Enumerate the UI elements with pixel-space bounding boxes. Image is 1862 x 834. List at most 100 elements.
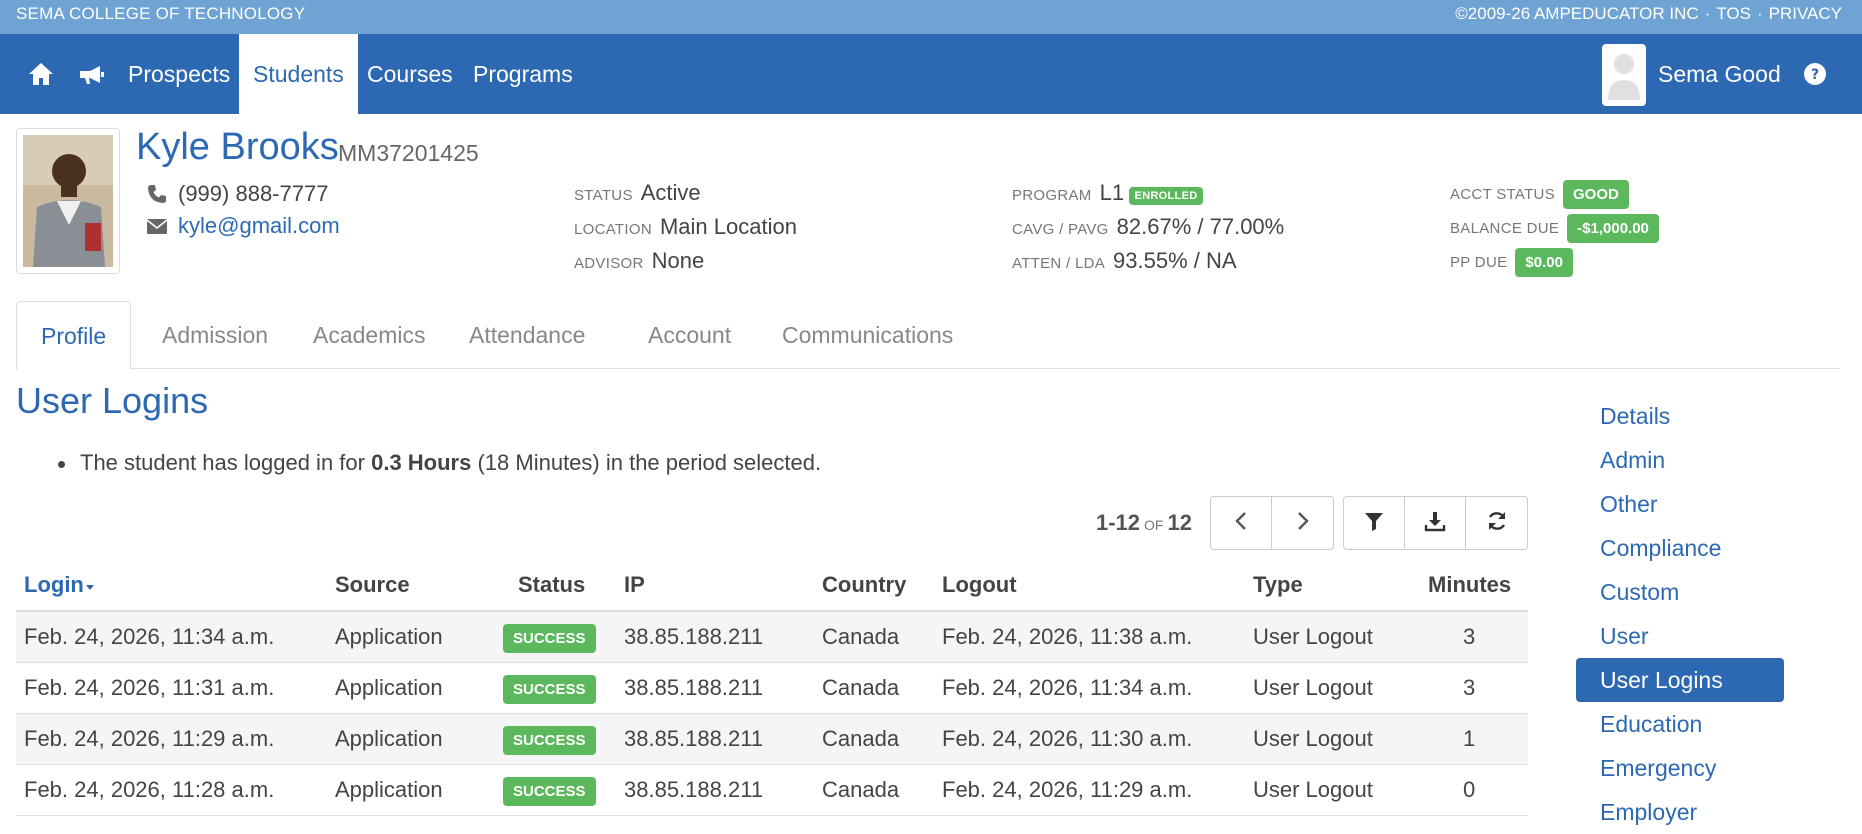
tab-academics[interactable]: Academics (289, 301, 449, 369)
balance-badge: -$1,000.00 (1567, 214, 1659, 243)
tab-profile[interactable]: Profile (16, 301, 132, 370)
next-page-button[interactable] (1272, 497, 1333, 549)
column-header-status[interactable]: Status (518, 572, 585, 598)
atten-label: ATTEN / LDA (1012, 255, 1106, 272)
login-cell: Feb. 24, 2026, 11:29 a.m. (24, 726, 275, 751)
email-link[interactable]: kyle@gmail.com (178, 213, 340, 239)
side-nav-user[interactable]: User (1576, 614, 1784, 658)
logout-cell: Feb. 24, 2026, 11:29 a.m. (942, 777, 1193, 802)
tos-link[interactable]: TOS (1716, 4, 1751, 23)
nav-students[interactable]: Students (239, 34, 358, 114)
type-cell: User Logout (1253, 777, 1373, 802)
logout-cell: Feb. 24, 2026, 11:34 a.m. (942, 675, 1193, 700)
cavg-value: 82.67% / 77.00% (1116, 214, 1285, 239)
column-header-login[interactable]: Login (24, 572, 96, 598)
ip-cell: 38.85.188.211 (624, 624, 764, 649)
chevron-left-icon (1234, 511, 1248, 536)
acct-status-field: ACCT STATUS GOOD (1450, 180, 1629, 209)
side-nav-education[interactable]: Education (1576, 702, 1784, 746)
side-nav-compliance[interactable]: Compliance (1576, 526, 1784, 570)
source-cell: Application (335, 777, 443, 802)
cavg-label: CAVG / PAVG (1012, 221, 1109, 238)
minutes-cell: 0 (1463, 777, 1476, 802)
user-name[interactable]: Sema Good (1658, 34, 1781, 114)
nav-prospects[interactable]: Prospects (114, 34, 244, 114)
separator: · (1704, 4, 1711, 23)
summary-text-pre: The student has logged in for (80, 450, 372, 475)
type-cell: User Logout (1253, 624, 1373, 649)
table-row[interactable]: Feb. 24, 2026, 11:31 a.m. Application SU… (16, 663, 1528, 714)
program-label: PROGRAM (1012, 187, 1092, 204)
tab-attendance[interactable]: Attendance (445, 301, 609, 369)
status-badge: SUCCESS (503, 777, 596, 806)
cavg-field: CAVG / PAVG 82.67% / 77.00% (1012, 214, 1284, 240)
user-avatar[interactable] (1602, 44, 1646, 106)
download-button[interactable] (1405, 497, 1466, 549)
help-icon[interactable]: ? (1802, 61, 1828, 87)
refresh-icon (1486, 510, 1508, 537)
pager-range: 1-12 (1096, 510, 1141, 535)
source-cell: Application (335, 624, 443, 649)
pp-due-field: PP DUE $0.00 (1450, 248, 1573, 277)
profile-side-nav: Details Admin Other Compliance Custom Us… (1576, 394, 1784, 834)
side-nav-other[interactable]: Other (1576, 482, 1784, 526)
student-name: Kyle Brooks (136, 126, 339, 168)
ip-cell: 38.85.188.211 (624, 675, 764, 700)
side-nav-employer[interactable]: Employer (1576, 790, 1784, 834)
nav-courses[interactable]: Courses (353, 34, 467, 114)
filter-button[interactable] (1344, 497, 1405, 549)
balance-field: BALANCE DUE -$1,000.00 (1450, 214, 1659, 243)
column-header-ip[interactable]: IP (624, 572, 645, 598)
envelope-icon (146, 215, 168, 237)
separator: · (1756, 4, 1763, 23)
side-nav-user-logins[interactable]: User Logins (1576, 658, 1784, 702)
column-header-country[interactable]: Country (822, 572, 906, 598)
login-cell: Feb. 24, 2026, 11:31 a.m. (24, 675, 275, 700)
location-label: LOCATION (574, 221, 652, 238)
table-header: Login Source Status IP Country Logout Ty… (16, 560, 1528, 612)
privacy-link[interactable]: PRIVACY (1769, 4, 1842, 23)
side-nav-emergency[interactable]: Emergency (1576, 746, 1784, 790)
student-id: MM37201425 (338, 140, 479, 166)
home-icon[interactable] (26, 59, 56, 89)
ip-cell: 38.85.188.211 (624, 726, 764, 751)
tab-account[interactable]: Account (624, 301, 755, 369)
side-nav-custom[interactable]: Custom (1576, 570, 1784, 614)
filter-icon (1363, 510, 1385, 537)
megaphone-icon[interactable] (76, 59, 106, 89)
program-field: PROGRAM L1 ENROLLED (1012, 180, 1204, 206)
minutes-cell: 3 (1463, 624, 1476, 649)
pp-due-label: PP DUE (1450, 253, 1508, 271)
download-icon (1424, 510, 1446, 537)
phone-icon (146, 183, 168, 205)
nav-programs[interactable]: Programs (459, 34, 587, 114)
advisor-value: None (651, 248, 705, 273)
minutes-cell: 3 (1463, 675, 1476, 700)
status-badge: SUCCESS (503, 675, 596, 704)
source-cell: Application (335, 675, 443, 700)
svg-text:?: ? (1811, 67, 1819, 83)
column-header-minutes[interactable]: Minutes (1428, 572, 1511, 598)
pager-buttons (1210, 496, 1334, 550)
column-header-type[interactable]: Type (1253, 572, 1303, 598)
table-row[interactable]: Feb. 24, 2026, 11:28 a.m. Application SU… (16, 765, 1528, 816)
refresh-button[interactable] (1466, 497, 1527, 549)
program-value: L1 (1099, 180, 1125, 205)
tab-admission[interactable]: Admission (138, 301, 292, 369)
login-cell: Feb. 24, 2026, 11:34 a.m. (24, 624, 275, 649)
school-name: SEMA COLLEGE OF TECHNOLOGY (16, 4, 306, 23)
previous-page-button[interactable] (1211, 497, 1272, 549)
tab-communications[interactable]: Communications (758, 301, 977, 369)
column-header-source[interactable]: Source (335, 572, 410, 598)
pager-info: 1-12 of 12 (1096, 510, 1192, 536)
section-title: User Logins (16, 380, 209, 421)
login-cell: Feb. 24, 2026, 11:28 a.m. (24, 777, 275, 802)
table-row[interactable]: Feb. 24, 2026, 11:34 a.m. Application SU… (16, 612, 1528, 663)
column-header-logout[interactable]: Logout (942, 572, 1017, 598)
side-nav-details[interactable]: Details (1576, 394, 1784, 438)
table-row[interactable]: Feb. 24, 2026, 11:29 a.m. Application SU… (16, 714, 1528, 765)
side-nav-admin[interactable]: Admin (1576, 438, 1784, 482)
advisor-field: ADVISOR None (574, 248, 704, 274)
acct-status-badge: GOOD (1562, 180, 1629, 209)
country-cell: Canada (822, 675, 900, 700)
